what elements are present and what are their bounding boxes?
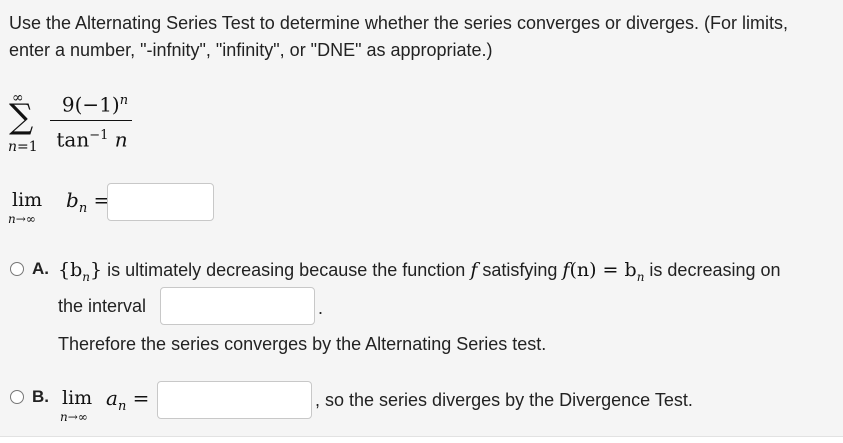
- summation: ∞ ∑ n=1: [8, 84, 42, 164]
- fraction-bar: [50, 119, 132, 122]
- sigma-lower-limit: n=1: [8, 139, 38, 155]
- series-expression: ∞ ∑ n=1 9(−1)n tan−1 n: [8, 84, 138, 164]
- option-a-letter: A.: [32, 259, 49, 278]
- interval-period: .: [318, 298, 324, 318]
- option-a-conclusion: Therefore the series converges by the Al…: [58, 334, 547, 354]
- lim-expression: bn =: [66, 188, 111, 216]
- option-b-lim-label: lim: [62, 387, 93, 409]
- option-a-interval-label: the interval: [58, 296, 147, 316]
- series-fraction: 9(−1)n tan−1 n: [50, 88, 132, 153]
- limit-an-input[interactable]: [157, 381, 312, 419]
- instructions-text: Use the Alternating Series Test to deter…: [9, 13, 789, 60]
- limit-bn-input[interactable]: [107, 183, 214, 221]
- interval-input[interactable]: [160, 287, 315, 325]
- option-a-line1: {bn} is ultimately decreasing because th…: [58, 259, 781, 284]
- fraction-numerator: 9(−1)n: [61, 92, 129, 117]
- lim-label: lim: [12, 189, 43, 211]
- option-b-lim-subscript: n→∞: [60, 410, 88, 424]
- question-panel: Use the Alternating Series Test to deter…: [0, 0, 843, 437]
- fraction-denominator: tan−1 n: [56, 127, 128, 152]
- option-a-radio[interactable]: [10, 262, 24, 276]
- sigma-symbol: ∑: [9, 97, 34, 137]
- option-b-lim-expression: an =: [106, 386, 150, 414]
- option-b-radio[interactable]: [10, 390, 24, 404]
- option-b-letter: B.: [32, 387, 49, 406]
- option-b-conclusion: , so the series diverges by the Divergen…: [315, 390, 693, 410]
- lim-subscript: n→∞: [8, 212, 36, 226]
